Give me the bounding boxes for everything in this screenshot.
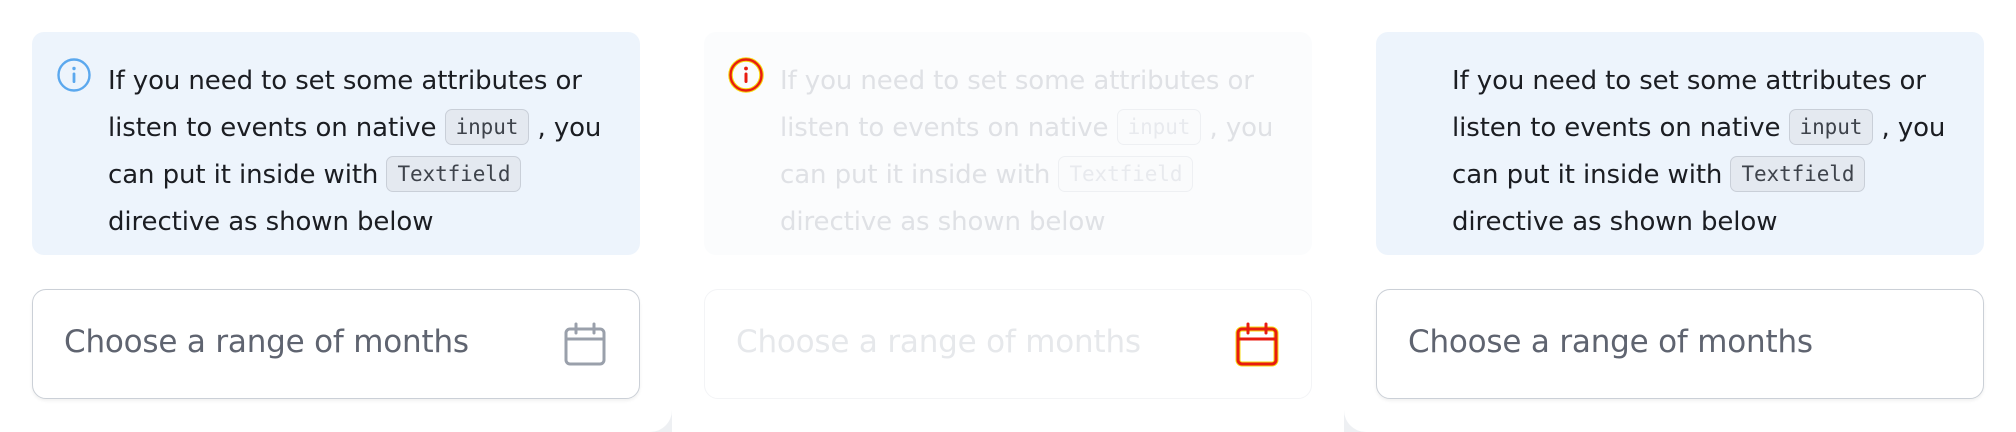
calendar-icon[interactable]	[1233, 321, 1281, 369]
info-notice: If you need to set some attributes or li…	[704, 32, 1312, 255]
info-text: If you need to set some attributes or li…	[780, 66, 1274, 237]
month-range-field[interactable]: Choose a range of months	[704, 289, 1312, 399]
inline-code: input	[1116, 109, 1202, 145]
field-placeholder: Choose a range of months	[736, 324, 1141, 360]
inline-code: Textfield	[1730, 156, 1866, 192]
month-range-field[interactable]: Choose a range of months	[1376, 289, 1984, 399]
info-text: If you need to set some attributes or li…	[108, 66, 602, 237]
panel-no-icons: If you need to set some attributes or li…	[1344, 0, 2016, 432]
month-range-field[interactable]: Choose a range of months	[32, 289, 640, 399]
inline-code: Textfield	[1058, 156, 1194, 192]
info-text: If you need to set some attributes or li…	[1452, 66, 1946, 237]
panel-default: If you need to set some attributes or li…	[0, 0, 672, 432]
info-circle-icon	[728, 57, 764, 93]
panel-icons-highlighted: If you need to set some attributes or li…	[672, 0, 1344, 432]
inline-code: Textfield	[386, 156, 522, 192]
inline-code: input	[444, 109, 530, 145]
field-placeholder: Choose a range of months	[64, 324, 469, 360]
inline-code: input	[1788, 109, 1874, 145]
info-circle-icon	[57, 58, 91, 92]
calendar-icon[interactable]	[561, 321, 609, 369]
field-placeholder: Choose a range of months	[1408, 324, 1813, 360]
info-notice: If you need to set some attributes or li…	[32, 32, 640, 255]
info-notice: If you need to set some attributes or li…	[1376, 32, 1984, 255]
